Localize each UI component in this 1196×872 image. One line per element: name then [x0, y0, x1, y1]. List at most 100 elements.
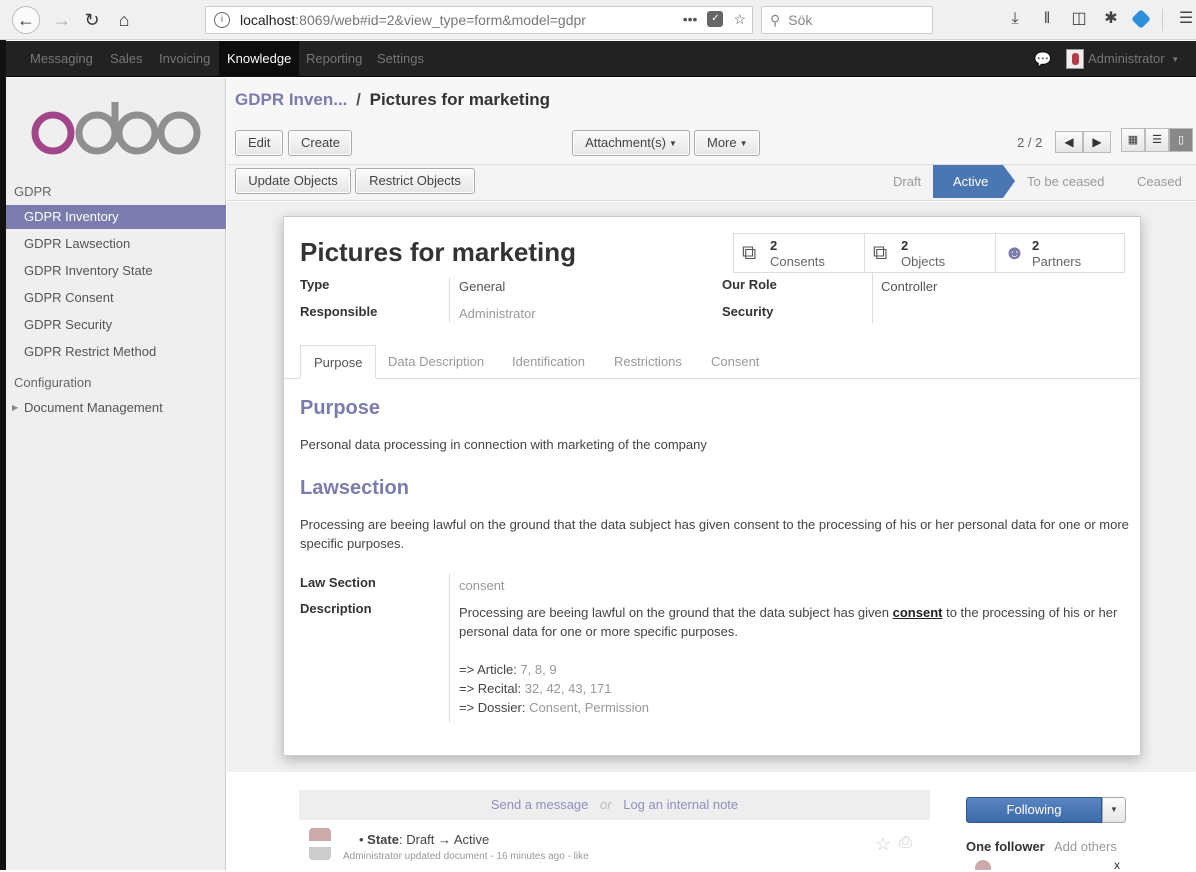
- more-dropdown[interactable]: More ▼: [694, 130, 760, 156]
- our-role-value: Controller: [881, 279, 938, 294]
- pocket-icon[interactable]: ✓: [707, 11, 724, 27]
- tab-identification[interactable]: Identification: [499, 345, 598, 379]
- stage-draft[interactable]: Draft: [883, 165, 931, 198]
- field-divider: [449, 573, 450, 723]
- user-avatar[interactable]: [1066, 49, 1084, 69]
- chat-icon[interactable]: 💬: [1034, 51, 1051, 67]
- followers-dropdown-icon[interactable]: ▼: [1102, 797, 1126, 823]
- create-button[interactable]: Create: [288, 130, 352, 156]
- consents-stat-button[interactable]: ⧉ 2 Consents: [733, 233, 865, 273]
- menu-knowledge[interactable]: Knowledge: [219, 41, 300, 77]
- sidebar-item-gdpr-inventory-state[interactable]: GDPR Inventory State: [6, 259, 226, 283]
- type-value: General: [459, 279, 506, 294]
- stage-active[interactable]: Active: [933, 165, 1003, 198]
- follower-avatar: [975, 860, 991, 870]
- send-message-link[interactable]: Send a message: [491, 797, 589, 812]
- inbox-icon[interactable]: ⎙: [899, 834, 912, 852]
- stage-arrow: [1003, 165, 1015, 198]
- log-note-link[interactable]: Log an internal note: [623, 797, 738, 812]
- url-bar[interactable]: i localhost :8069/web#id=2&view_type=for…: [205, 6, 753, 34]
- home-icon[interactable]: ⌂: [110, 6, 138, 34]
- menu-invoicing[interactable]: Invoicing: [151, 41, 218, 77]
- browser-search-input[interactable]: ⚲ Sök: [761, 6, 933, 34]
- record-title: Pictures for marketing: [300, 237, 576, 267]
- sidebar-section-gdpr: GDPR: [14, 184, 52, 199]
- reload-icon[interactable]: ↻: [78, 6, 106, 34]
- ref-prefix: => Recital:: [459, 681, 525, 696]
- responsible-value[interactable]: Administrator: [459, 306, 536, 321]
- menu-sales[interactable]: Sales: [102, 41, 151, 77]
- files-icon: ⧉: [873, 242, 888, 264]
- search-placeholder: Sök: [788, 12, 813, 28]
- objects-stat-button[interactable]: ⧉ 2 Objects: [864, 233, 996, 273]
- bug-icon[interactable]: ✱: [1102, 9, 1120, 29]
- pager-value[interactable]: 2 / 2: [1017, 135, 1042, 150]
- bookmark-star-icon[interactable]: ☆: [733, 11, 746, 28]
- kanban-view-icon[interactable]: ▦: [1121, 128, 1145, 152]
- tab-data-description[interactable]: Data Description: [375, 345, 497, 379]
- stat-label: Objects: [901, 254, 946, 269]
- tab-purpose[interactable]: Purpose: [300, 345, 377, 379]
- sidebar-item-gdpr-inventory[interactable]: GDPR Inventory: [6, 205, 226, 229]
- message-meta: Administrator updated document - 16 minu…: [343, 851, 589, 862]
- download-icon[interactable]: ⤓: [1006, 9, 1024, 29]
- pager-next-icon[interactable]: ▶: [1083, 131, 1111, 153]
- attachments-dropdown[interactable]: Attachment(s) ▼: [572, 130, 690, 156]
- ref-prefix: => Article:: [459, 662, 521, 677]
- sidebar-item-gdpr-consent[interactable]: GDPR Consent: [6, 286, 226, 310]
- user-name: Administrator: [1088, 51, 1165, 66]
- stage-to-be-ceased[interactable]: To be ceased: [1017, 165, 1114, 198]
- following-button[interactable]: Following: [966, 797, 1102, 823]
- menu-icon[interactable]: ☰: [1177, 9, 1195, 29]
- user-menu[interactable]: Administrator ▼: [1088, 41, 1179, 78]
- lawsection-text: Processing are beeing lawful on the grou…: [300, 517, 1129, 551]
- sidebar-icon[interactable]: ◫: [1070, 9, 1088, 29]
- info-icon[interactable]: i: [214, 12, 230, 28]
- law-section-value[interactable]: consent: [459, 578, 505, 593]
- page-actions-icon[interactable]: •••: [683, 11, 698, 28]
- form-view-icon[interactable]: ▯: [1169, 128, 1193, 152]
- message-author-avatar[interactable]: [309, 828, 331, 860]
- sidebar-item-gdpr-lawsection[interactable]: GDPR Lawsection: [6, 232, 226, 256]
- odoo-logo[interactable]: [31, 100, 201, 160]
- breadcrumb-parent[interactable]: GDPR Inven...: [235, 90, 347, 109]
- star-icon[interactable]: ☆: [875, 834, 891, 855]
- stat-count: 2: [1032, 238, 1040, 253]
- dossier-ref: => Dossier: Consent, Permission: [459, 698, 1129, 717]
- list-view-icon[interactable]: ☰: [1145, 128, 1169, 152]
- attachments-label: Attachment(s): [585, 135, 666, 150]
- article-ref: => Article: 7, 8, 9: [459, 660, 1129, 679]
- edit-button[interactable]: Edit: [235, 130, 283, 156]
- search-icon: ⚲: [770, 11, 781, 28]
- caret-down-icon: ▼: [669, 138, 677, 148]
- menu-messaging[interactable]: Messaging: [22, 41, 101, 77]
- sidebar-item-gdpr-security[interactable]: GDPR Security: [6, 313, 226, 337]
- users-icon: ☻: [1004, 242, 1026, 264]
- sidebar: GDPR GDPR Inventory GDPR Lawsection GDPR…: [6, 78, 226, 870]
- back-icon[interactable]: ←: [12, 6, 40, 34]
- menu-settings[interactable]: Settings: [369, 41, 432, 77]
- stat-count: 2: [901, 238, 909, 253]
- pager-previous-icon[interactable]: ◀: [1055, 131, 1083, 153]
- description-value: Processing are beeing lawful on the grou…: [459, 603, 1129, 717]
- message-tracking: • State: Draft → Active: [359, 832, 490, 847]
- tab-restrictions[interactable]: Restrictions: [601, 345, 695, 379]
- forward-icon[interactable]: →: [48, 6, 76, 34]
- sidebar-item-gdpr-restrict-method[interactable]: GDPR Restrict Method: [6, 340, 226, 364]
- form-statusbar: Update Objects Restrict Objects Draft Ac…: [227, 165, 1196, 201]
- stage-ceased[interactable]: Ceased: [1127, 165, 1192, 198]
- url-path: :8069/web#id=2&view_type=form&model=gdpr: [295, 12, 586, 28]
- menu-reporting[interactable]: Reporting: [298, 41, 370, 77]
- partners-stat-button[interactable]: ☻ 2 Partners: [995, 233, 1125, 273]
- browser-toolbar: ← → ↻ ⌂ i localhost :8069/web#id=2&view_…: [0, 0, 1196, 40]
- toolbar-divider: [1162, 9, 1163, 31]
- tab-consent[interactable]: Consent: [698, 345, 772, 379]
- sidebar-item-document-management[interactable]: ▶ Document Management: [6, 396, 226, 420]
- caret-down-icon: ▼: [1171, 54, 1180, 64]
- library-icon[interactable]: ‖: [1038, 9, 1056, 29]
- breadcrumb-current: Pictures for marketing: [369, 90, 551, 109]
- extension-icon[interactable]: [1131, 9, 1151, 29]
- restrict-objects-button[interactable]: Restrict Objects: [355, 168, 475, 194]
- add-others-link[interactable]: Add others: [1054, 839, 1117, 854]
- update-objects-button[interactable]: Update Objects: [235, 168, 351, 194]
